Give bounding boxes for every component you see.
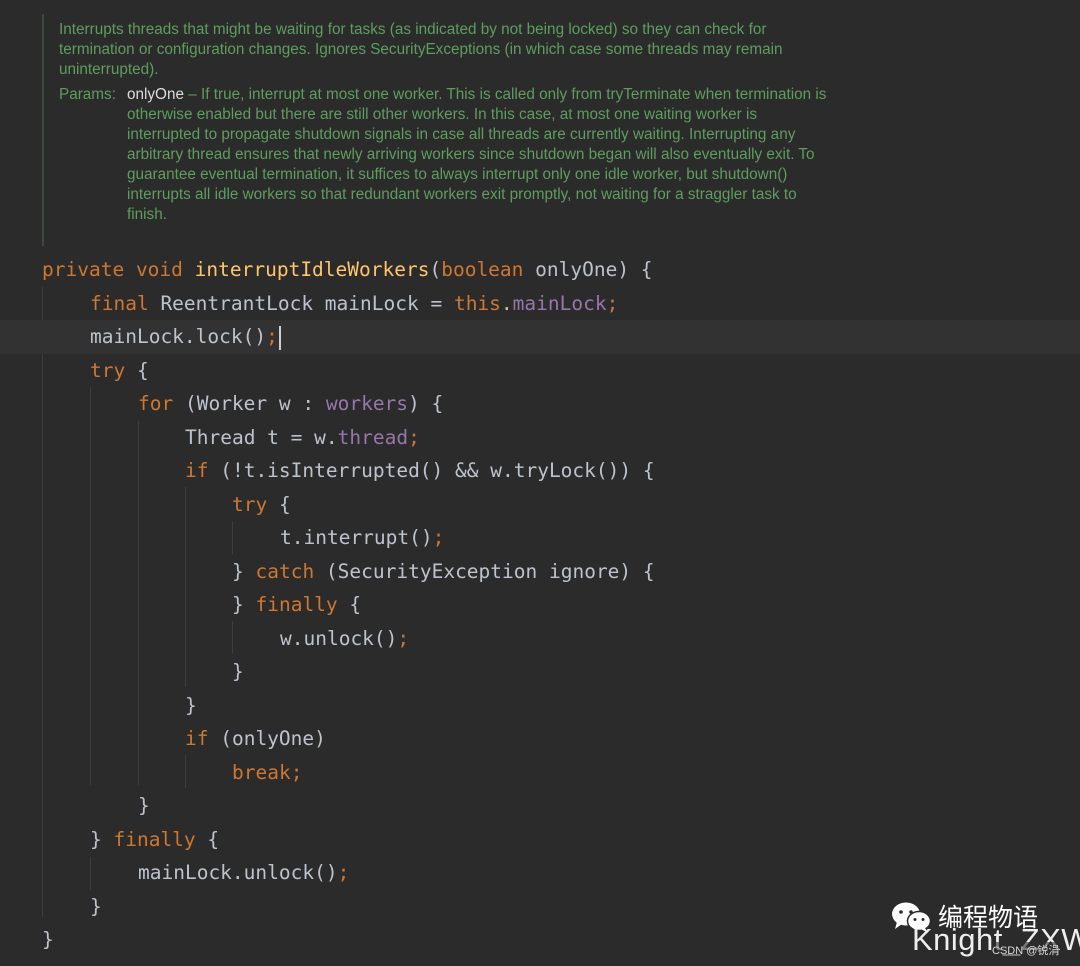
doc-description: Interrupts threads that might be waiting… [59, 21, 783, 78]
keyword: try [90, 358, 126, 382]
keyword: break [232, 760, 291, 784]
code-token: ( [429, 258, 442, 281]
code-line[interactable]: try { [0, 354, 1080, 388]
code-token: } [185, 693, 197, 717]
code-token: mainLock.lock() [90, 325, 267, 348]
semicolon: ; [337, 861, 350, 884]
code-line[interactable]: t.interrupt(); [0, 521, 1080, 555]
keyword: finally [113, 827, 196, 851]
javadoc-comment: Interrupts threads that might be waiting… [42, 14, 859, 246]
code-line[interactable]: } [0, 655, 1080, 689]
code-line[interactable]: final ReentrantLock mainLock = this.main… [0, 287, 1080, 321]
code-token: (Worker w : [173, 392, 326, 415]
code-line[interactable]: } [0, 689, 1080, 723]
code-token: { [125, 358, 149, 382]
code-line[interactable]: try { [0, 488, 1080, 522]
code-token: } [232, 559, 256, 583]
code-token: ) { [408, 392, 444, 415]
field-name: mainLock [512, 291, 607, 315]
text-caret [278, 325, 281, 350]
semicolon: ; [290, 760, 303, 784]
code-line[interactable]: } catch (SecurityException ignore) { [0, 555, 1080, 589]
doc-params-label: Params: [59, 86, 116, 103]
code-token: { [267, 492, 291, 516]
code-token: mainLock.unlock() [138, 861, 338, 884]
code-token: } [90, 894, 102, 918]
code-token: Thread t = w. [185, 425, 338, 449]
code-line[interactable]: if (!t.isInterrupted() && w.tryLock()) { [0, 454, 1080, 488]
code-token: w.unlock() [280, 626, 398, 650]
keyword: try [232, 492, 268, 516]
keyword: if [185, 459, 209, 482]
code-line[interactable]: Thread t = w.thread; [0, 421, 1080, 455]
keyword: catch [255, 559, 315, 583]
code-token: } [42, 928, 54, 951]
keyword: if [185, 727, 209, 750]
field-name: workers [325, 392, 409, 415]
code-token: (onlyOne) [208, 727, 326, 750]
semicolon: ; [432, 526, 445, 549]
keyword: for [138, 392, 174, 415]
code-line[interactable]: w.unlock(); [0, 622, 1080, 656]
doc-param-desc: – If true, interrupt at most one worker.… [127, 86, 827, 223]
code-token: } [232, 593, 256, 616]
code-line[interactable]: private void interruptIdleWorkers(boolea… [0, 253, 1080, 287]
code-line-current[interactable]: mainLock.lock(); [0, 320, 1080, 354]
code-line[interactable]: } finally { [0, 823, 1080, 857]
code-line[interactable]: if (onlyOne) [0, 722, 1080, 756]
semicolon: ; [408, 425, 420, 449]
keyword: finally [255, 593, 338, 616]
code-token: (SecurityException ignore) { [314, 559, 655, 583]
code-editor[interactable]: private void interruptIdleWorkers(boolea… [0, 253, 1080, 957]
code-token: { [195, 827, 220, 851]
code-token: } [90, 827, 114, 851]
code-token: . [500, 291, 513, 315]
code-line[interactable]: } finally { [0, 588, 1080, 622]
code-token: (!t.isInterrupted() && w.tryLock()) { [208, 459, 655, 482]
semicolon: ; [606, 291, 619, 315]
semicolon: ; [397, 626, 410, 650]
code-token: ReentrantLock mainLock = [148, 291, 454, 315]
watermark: 编程物语 Knight_ZXW CSDN @锐涓 [890, 896, 1080, 966]
keyword: boolean [441, 258, 524, 281]
code-token: { [337, 593, 362, 616]
doc-params: Params: onlyOne – If true, interrupt at … [59, 85, 859, 225]
code-line[interactable]: for (Worker w : workers) { [0, 387, 1080, 421]
code-token: onlyOne) { [523, 258, 653, 281]
code-line[interactable]: mainLock.unlock(); [0, 856, 1080, 890]
keyword: void [135, 258, 183, 281]
keyword: final [90, 291, 149, 315]
keyword: this [453, 291, 501, 315]
code-line[interactable]: break; [0, 756, 1080, 790]
code-token: } [232, 660, 244, 683]
keyword: private [42, 258, 125, 281]
code-line[interactable]: } [0, 789, 1080, 823]
code-token: t.interrupt() [280, 526, 433, 549]
method-name: interruptIdleWorkers [194, 258, 430, 281]
field-name: thread [337, 425, 409, 449]
doc-param-name: onlyOne [127, 86, 184, 103]
doc-params-body: onlyOne – If true, interrupt at most one… [127, 85, 827, 225]
code-token: } [138, 794, 150, 817]
watermark-source: CSDN @锐涓 [992, 942, 1060, 958]
semicolon: ; [266, 325, 278, 348]
